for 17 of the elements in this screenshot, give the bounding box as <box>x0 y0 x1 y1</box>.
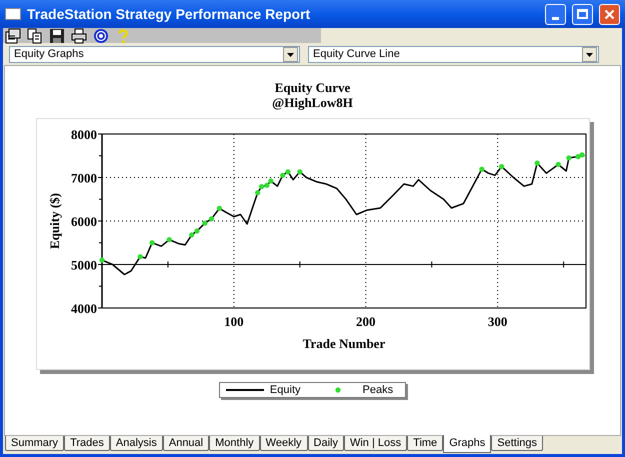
axis-label: 200 <box>356 314 375 329</box>
axis-title: Trade Number <box>302 336 385 351</box>
window-title: TradeStation Strategy Performance Report <box>27 4 312 24</box>
axis-label: 300 <box>487 314 507 329</box>
legend-label: Peaks <box>362 384 394 396</box>
axis-label: 100 <box>224 314 244 329</box>
chart-subtitle: @HighLow8H <box>272 95 353 110</box>
axis-label: 5000 <box>70 258 96 272</box>
axis-label: 6000 <box>70 214 96 229</box>
axis-label: 4000 <box>70 301 96 316</box>
dropdown-value: Equity Curve Line <box>312 48 401 60</box>
chart-title: Equity Curve <box>274 80 350 95</box>
axis-label: 8000 <box>70 127 96 142</box>
axis-title: Equity ($) <box>46 193 62 249</box>
dropdown-value: Equity Graphs <box>13 48 85 60</box>
axis-label: 7000 <box>70 170 96 186</box>
legend-label: Equity <box>270 384 302 396</box>
